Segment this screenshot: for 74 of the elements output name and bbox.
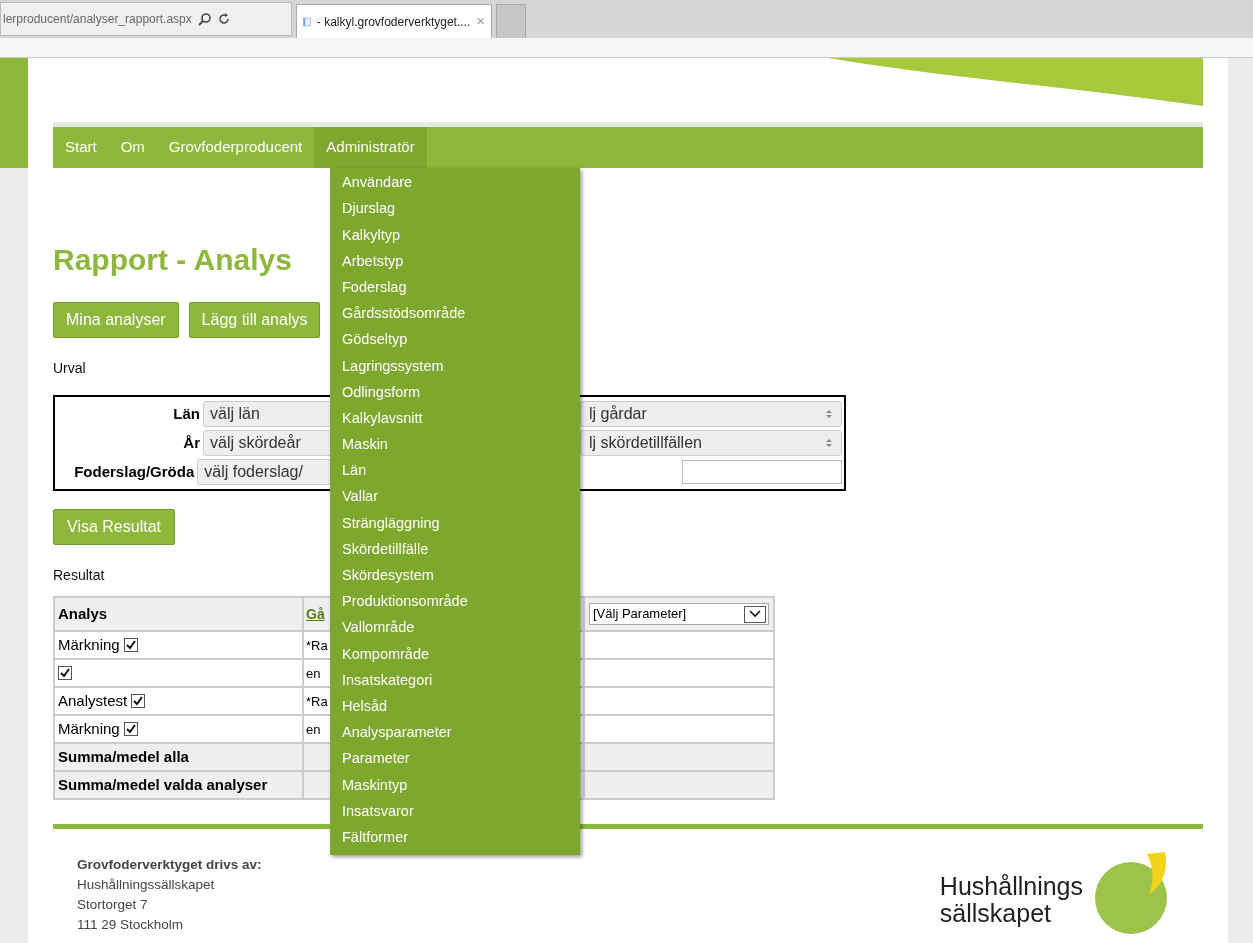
summary-label: Summa/medel valda analyser — [54, 771, 303, 799]
close-button[interactable]: × — [476, 10, 485, 33]
address-bar[interactable]: lerproducent/analyser_rapport.aspx — [0, 2, 292, 36]
select-field[interactable]: lj gårdar — [580, 401, 842, 427]
menu-item[interactable]: Kompområde — [330, 641, 580, 668]
checkbox[interactable] — [123, 638, 138, 652]
dropdown-arrows-icon — [825, 438, 833, 448]
action-button[interactable]: Mina analyser — [53, 302, 179, 338]
footer-text: 111 29 Stockholm — [77, 916, 185, 934]
menu-item[interactable]: Kalkyltyp — [330, 222, 580, 249]
menu-item[interactable]: Djurslag — [330, 196, 580, 223]
table-cell-text: Märkning — [58, 718, 120, 739]
menu-item[interactable]: Maskin — [330, 431, 580, 459]
table-cell: en — [306, 721, 321, 737]
menu-item[interactable]: Lagringssystem — [330, 353, 580, 380]
logo-text: sällskapet — [939, 900, 1052, 927]
menu-item[interactable]: Användare — [330, 170, 580, 197]
filter-label: Län — [172, 403, 200, 424]
select-value: lj gårdar — [588, 404, 647, 424]
filter-label: Foderslag/Gröda — [73, 461, 195, 482]
menu-item[interactable]: Strängläggning — [330, 510, 580, 537]
section-label: Resultat — [53, 566, 105, 585]
table-header: Analys — [54, 597, 303, 631]
refresh-icon[interactable] — [217, 13, 230, 25]
filter-label: År — [182, 432, 200, 453]
browser-tab[interactable]: - kalkyl.grovfoderverktyget.... × — [296, 4, 492, 38]
menu-item[interactable]: Gödseltyp — [330, 327, 580, 354]
menu-item[interactable]: Län — [330, 458, 580, 485]
action-button[interactable]: Lägg till analys — [188, 302, 321, 338]
menu-item[interactable]: Arbetstyp — [330, 248, 580, 275]
parameter-select[interactable]: [Välj Parameter] — [589, 603, 769, 625]
logo-text: Hushållnings — [939, 873, 1083, 900]
table-cell-text: Märkning — [58, 634, 120, 655]
menu-item[interactable]: Foderslag — [330, 274, 580, 301]
table-cell: en — [306, 665, 321, 681]
input-field[interactable] — [682, 460, 842, 484]
menu-item[interactable]: Helsåd — [330, 693, 580, 720]
menu-item[interactable]: Vallområde — [330, 615, 580, 642]
nav-link[interactable]: Administratör — [314, 127, 427, 168]
tab-title: - kalkyl.grovfoderverktyget.... — [316, 13, 471, 31]
footer-text: Hushållningssällskapet — [77, 876, 216, 894]
search-icon[interactable] — [197, 12, 212, 26]
table-cell: *Ra — [306, 693, 328, 709]
nav-link[interactable]: Start — [53, 127, 109, 168]
menu-item[interactable]: Kalkylavsnitt — [330, 405, 580, 432]
checkbox[interactable] — [123, 722, 138, 736]
chevron-icon — [744, 605, 766, 623]
footer-heading: Grovfoderverktyget drivs av: — [77, 856, 262, 874]
menu-item[interactable]: Fältformer — [330, 824, 580, 851]
menu-item[interactable]: Insatsvaror — [330, 798, 580, 825]
menu-item[interactable]: Vallar — [330, 484, 580, 511]
menu-item[interactable]: Skördetillfälle — [330, 536, 580, 563]
dropdown-arrows-icon — [825, 409, 833, 419]
show-results-button[interactable]: Visa Resultat — [53, 509, 175, 545]
select-value: [Välj Parameter] — [593, 605, 687, 624]
menu-item[interactable]: Analysparameter — [330, 719, 580, 747]
menu-item[interactable]: Produktionsområde — [330, 589, 580, 616]
menu-item[interactable]: Gårdsstödsområde — [330, 300, 580, 328]
menu-item[interactable]: Skördesystem — [330, 562, 580, 589]
checkbox[interactable] — [58, 666, 72, 680]
checkbox[interactable] — [131, 694, 146, 708]
nav-link[interactable]: Grovfoderproducent — [156, 127, 315, 168]
section-label: Urval — [53, 359, 86, 378]
column-link[interactable]: Gå — [306, 605, 325, 622]
url-text: lerproducent/analyser_rapport.aspx — [3, 11, 192, 28]
page-title: Rapport - Analys — [53, 242, 292, 278]
select-value: lj skördetillfällen — [588, 433, 702, 453]
select-field[interactable]: lj skördetillfällen — [580, 430, 842, 456]
menu-item[interactable]: Odlingsform — [330, 379, 580, 406]
table-cell-text: Analystest — [58, 690, 128, 711]
footer-text: Stortorget 7 — [77, 896, 149, 914]
nav-link[interactable]: Om — [108, 127, 157, 168]
table-cell: *Ra — [306, 637, 328, 653]
menu-item[interactable]: Insatskategori — [330, 667, 580, 694]
